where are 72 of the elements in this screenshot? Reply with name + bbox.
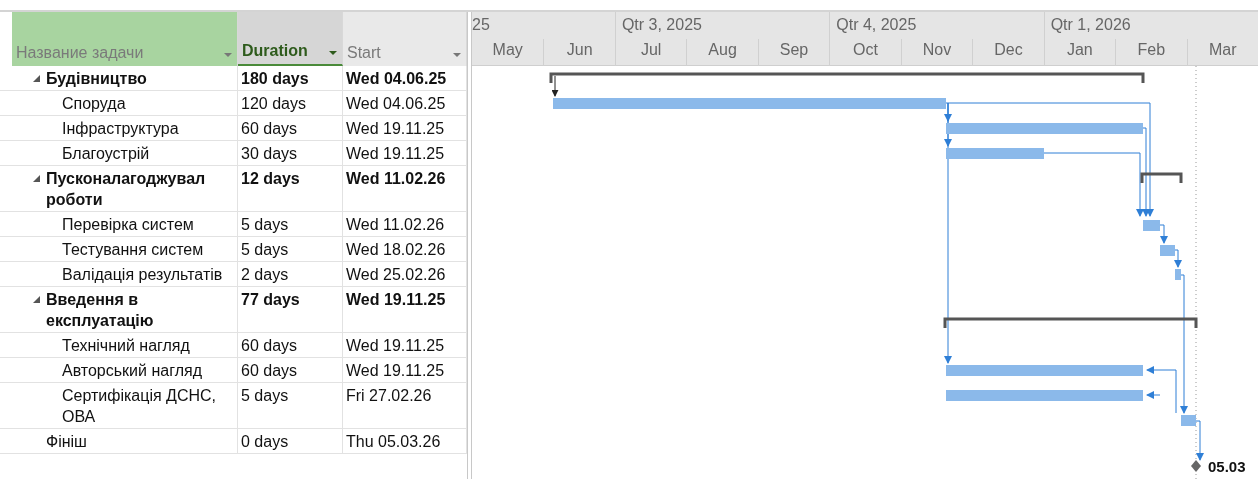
duration-cell: 60 days bbox=[238, 358, 343, 382]
duration-cell: 120 days bbox=[238, 91, 343, 115]
duration-cell: 60 days bbox=[238, 333, 343, 357]
dropdown-arrow-icon[interactable] bbox=[223, 52, 233, 58]
start-cell: Wed 19.11.25 bbox=[343, 358, 467, 382]
dropdown-arrow-icon[interactable] bbox=[328, 50, 338, 56]
task-name: Інфраструктура bbox=[62, 119, 179, 139]
month-label: Feb bbox=[1115, 39, 1187, 66]
column-header[interactable]: Start bbox=[343, 12, 467, 66]
duration-cell: 60 days bbox=[238, 116, 343, 140]
duration-cell: 2 days bbox=[238, 262, 343, 286]
duration-cell: 5 days bbox=[238, 383, 343, 428]
start-cell: Wed 19.11.25 bbox=[343, 141, 467, 165]
quarter-label: Qtr 3, 2025 bbox=[614, 12, 830, 39]
month-label: Jun bbox=[543, 39, 615, 66]
duration-cell: 5 days bbox=[238, 212, 343, 236]
month-label: Aug bbox=[686, 39, 758, 66]
collapse-triangle-icon[interactable] bbox=[33, 75, 40, 82]
milestone-label: 05.03 bbox=[1208, 458, 1246, 475]
dropdown-arrow-icon[interactable] bbox=[452, 52, 462, 58]
task-name: Фініш bbox=[46, 432, 87, 452]
start-cell: Wed 25.02.26 bbox=[343, 262, 467, 286]
month-label: Jul bbox=[614, 39, 687, 66]
month-label: Mar bbox=[1186, 39, 1258, 66]
summary-bar[interactable] bbox=[549, 72, 1145, 83]
task-name: Перевірка систем bbox=[62, 215, 194, 235]
task-name: Введення в експлуатацію bbox=[46, 290, 155, 331]
task-name: Споруда bbox=[62, 94, 126, 114]
dependency-arrow bbox=[1195, 420, 1204, 461]
task-name: Сертифікація ДСНС, ОВА bbox=[62, 386, 217, 427]
duration-cell: 5 days bbox=[238, 237, 343, 261]
quarter-label: Qtr 1, 2026 bbox=[1043, 12, 1258, 39]
month-label: Sep bbox=[757, 39, 830, 66]
column-header[interactable]: Duration bbox=[238, 12, 343, 66]
start-cell: Wed 11.02.26 bbox=[343, 212, 467, 236]
column-header[interactable]: Название задачи bbox=[12, 12, 238, 66]
duration-cell: 0 days bbox=[238, 429, 343, 453]
summary-bar[interactable] bbox=[943, 317, 1198, 328]
dependency-arrow bbox=[1174, 249, 1182, 268]
task-name: Валідація результатів bbox=[62, 265, 223, 285]
duration-cell: 30 days bbox=[238, 141, 343, 165]
quarter-label: 25 bbox=[472, 15, 491, 35]
start-cell: Wed 04.06.25 bbox=[343, 91, 467, 115]
dependency-arrow bbox=[1159, 224, 1168, 244]
task-name: Будівництво bbox=[46, 69, 147, 89]
month-label: May bbox=[491, 40, 524, 60]
month-label: Oct bbox=[829, 39, 901, 66]
task-name: Благоустрій bbox=[62, 144, 150, 164]
task-name: Тестування систем bbox=[62, 240, 204, 260]
start-cell: Wed 18.02.26 bbox=[343, 237, 467, 261]
collapse-triangle-icon[interactable] bbox=[33, 296, 40, 303]
start-cell: Thu 05.03.26 bbox=[343, 429, 467, 453]
task-name: Пусконалагоджувал роботи bbox=[46, 169, 207, 210]
dependency-arrow bbox=[551, 75, 559, 97]
milestone-icon[interactable] bbox=[1191, 460, 1201, 472]
month-label: Nov bbox=[900, 39, 973, 66]
start-cell: Wed 19.11.25 bbox=[343, 287, 467, 332]
start-cell: Wed 19.11.25 bbox=[343, 333, 467, 357]
duration-cell: 77 days bbox=[238, 287, 343, 332]
quarter-label: Qtr 4, 2025 bbox=[829, 12, 1044, 39]
start-cell: Fri 27.02.26 bbox=[343, 383, 467, 428]
duration-cell: 12 days bbox=[238, 166, 343, 211]
month-label: Jan bbox=[1043, 39, 1116, 66]
task-name: Технічний нагляд bbox=[62, 336, 190, 356]
month-label: Dec bbox=[972, 39, 1044, 66]
start-cell: Wed 11.02.26 bbox=[343, 166, 467, 211]
task-name: Авторський нагляд bbox=[62, 361, 202, 381]
collapse-triangle-icon[interactable] bbox=[33, 175, 40, 182]
summary-bar[interactable] bbox=[1140, 172, 1183, 183]
start-cell: Wed 19.11.25 bbox=[343, 116, 467, 140]
duration-cell: 180 days bbox=[238, 66, 343, 90]
start-cell: Wed 04.06.25 bbox=[343, 66, 467, 90]
